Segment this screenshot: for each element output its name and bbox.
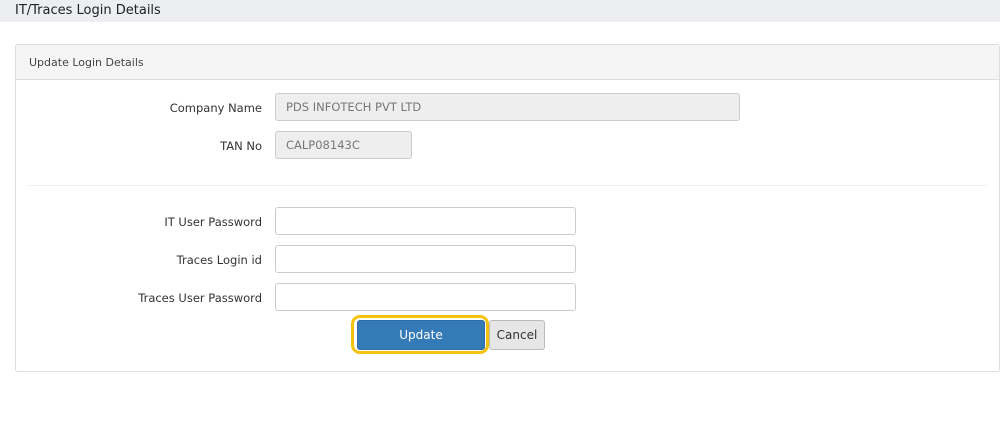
tan-no-field[interactable]	[275, 131, 412, 159]
it-user-password-label: IT User Password	[164, 215, 262, 229]
divider	[28, 185, 986, 186]
traces-user-password-label: Traces User Password	[138, 291, 262, 305]
company-name-label: Company Name	[169, 101, 262, 115]
page-title: IT/Traces Login Details	[15, 3, 161, 18]
tan-no-label: TAN No	[220, 139, 262, 153]
it-user-password-field[interactable]	[275, 207, 576, 235]
traces-login-id-label: Traces Login id	[176, 253, 262, 267]
panel-title: Update Login Details	[29, 56, 144, 69]
traces-login-id-field[interactable]	[275, 245, 576, 273]
panel-header: Update Login Details	[16, 45, 999, 80]
traces-user-password-field[interactable]	[275, 283, 576, 311]
update-button[interactable]: Update	[357, 320, 485, 350]
company-name-field[interactable]	[275, 93, 740, 121]
cancel-button[interactable]: Cancel	[489, 320, 545, 350]
page-header: IT/Traces Login Details	[0, 0, 1000, 22]
